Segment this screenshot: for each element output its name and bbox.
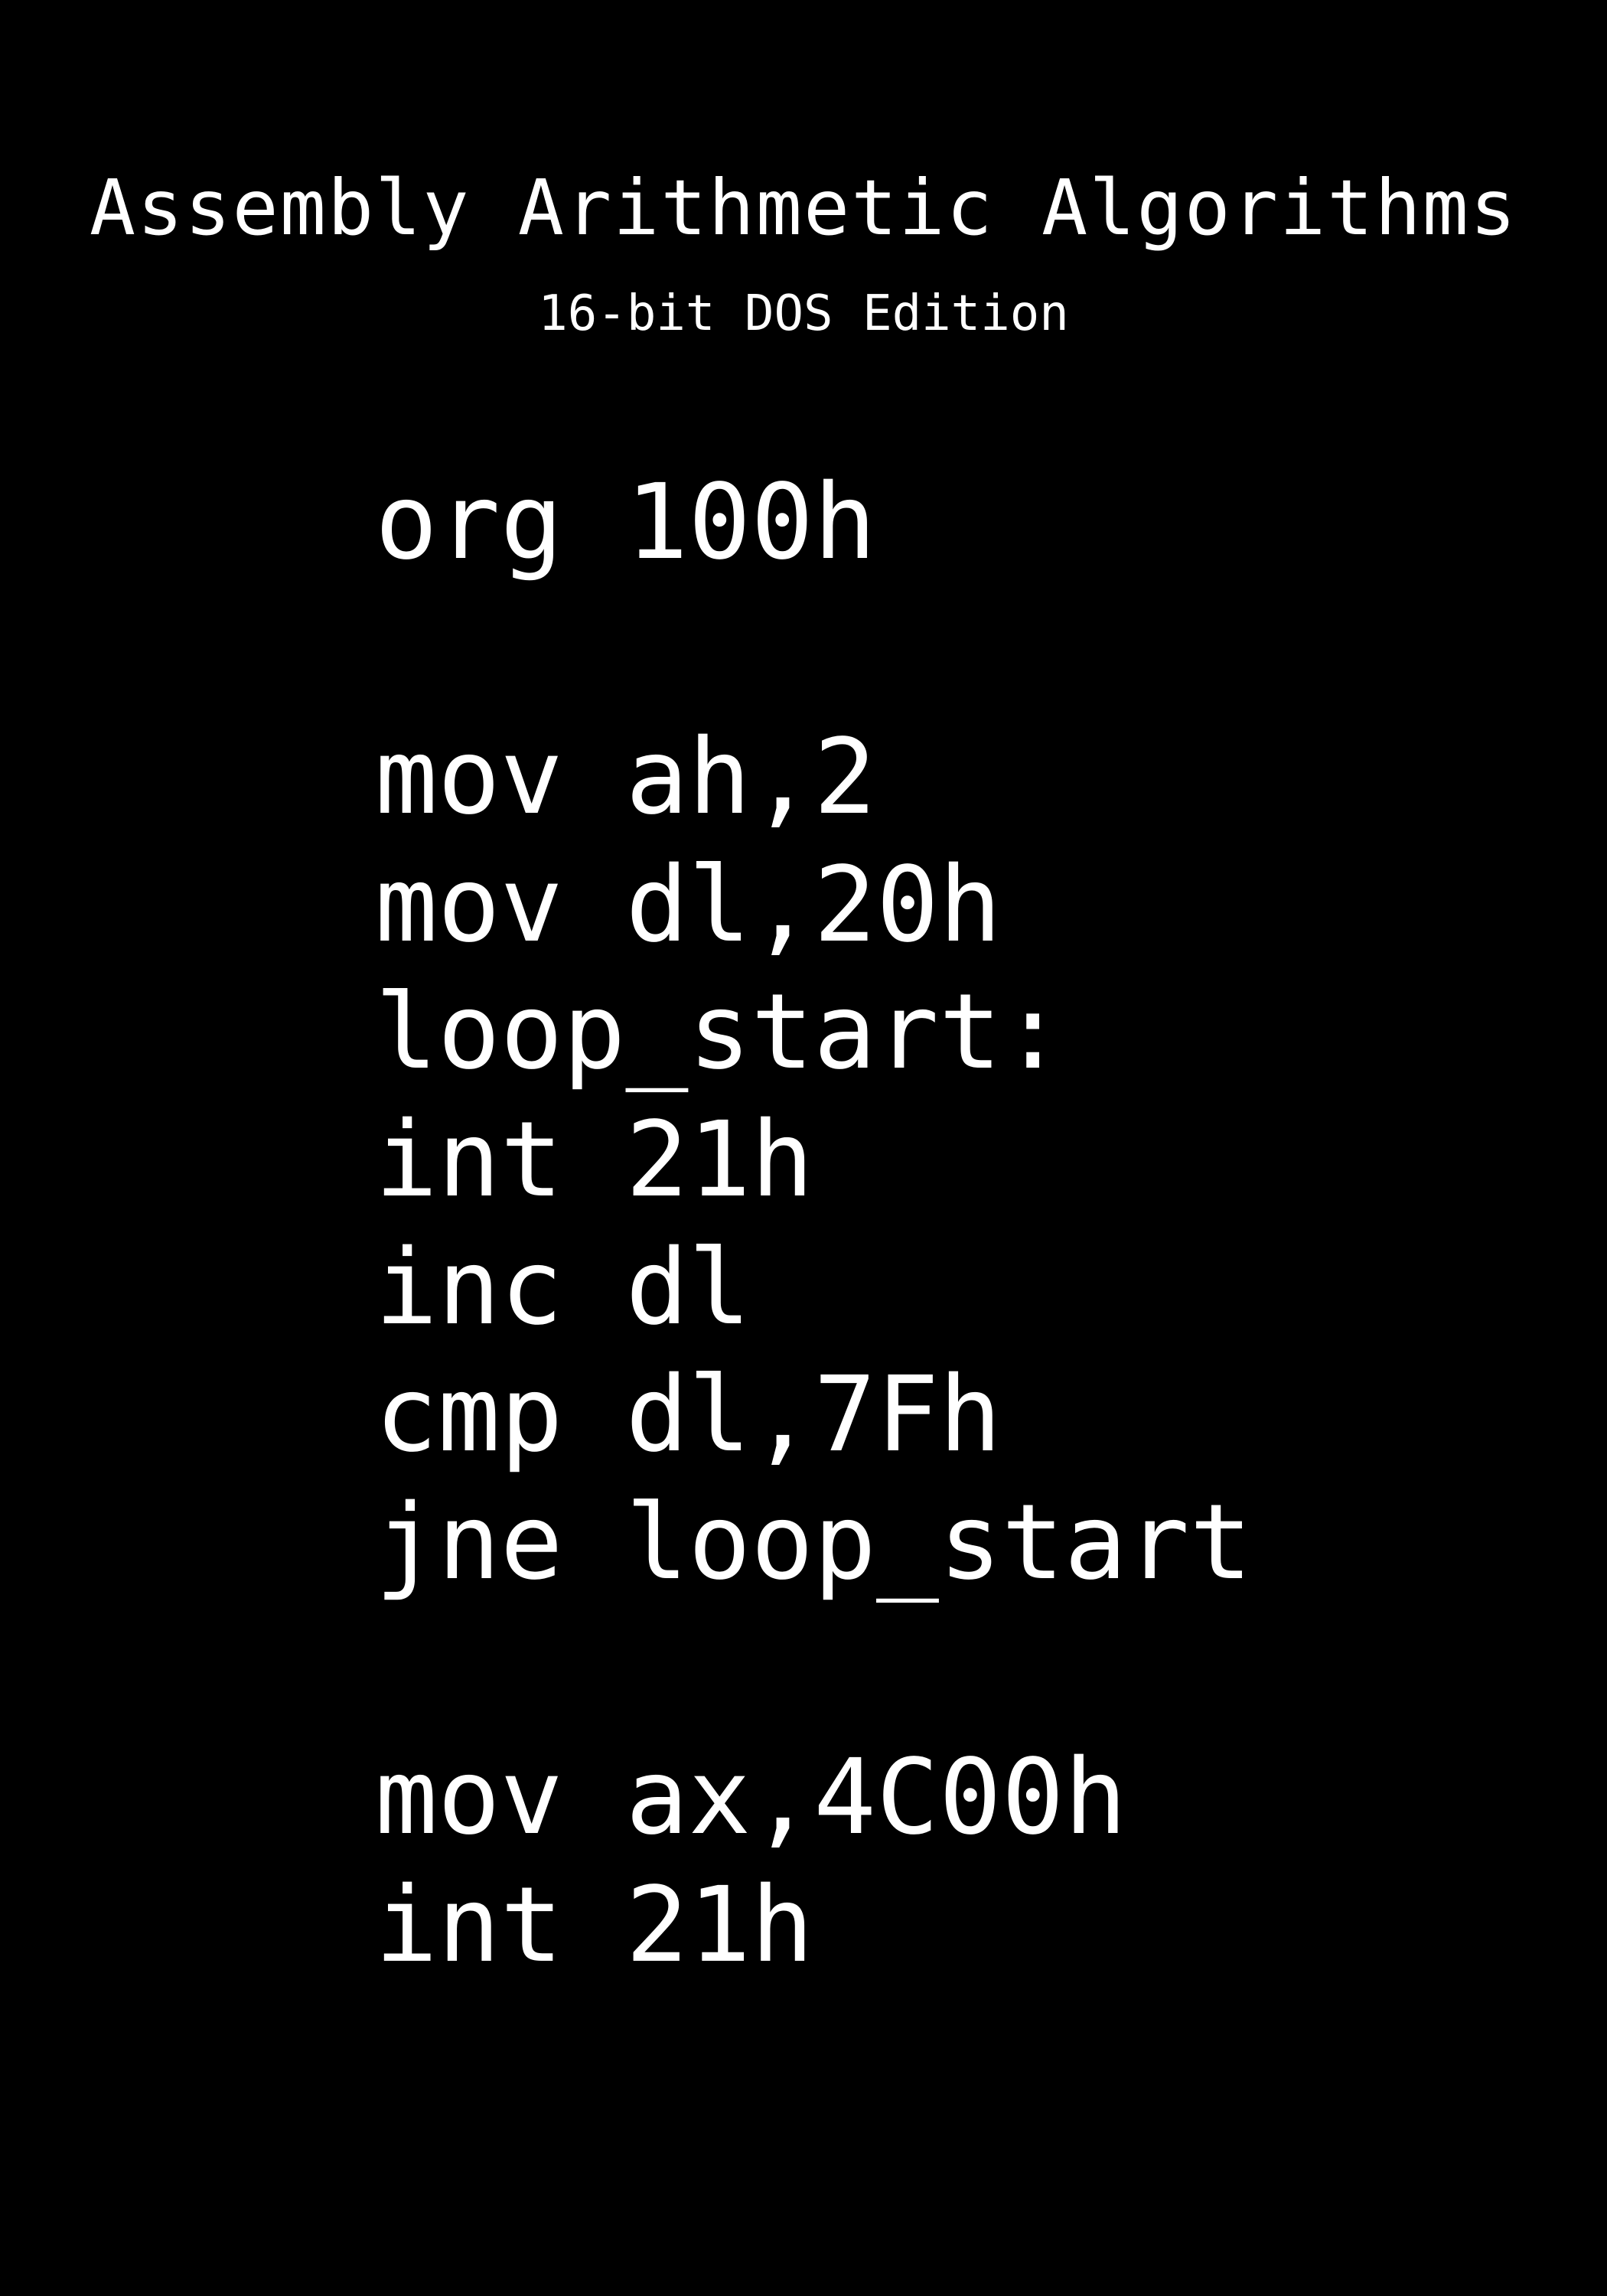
code-line: int 21h xyxy=(375,1864,814,1986)
code-line: jne loop_start xyxy=(375,1482,1253,1603)
code-line: mov ax,4C00h xyxy=(375,1737,1127,1858)
code-line: int 21h xyxy=(375,1099,814,1221)
code-line: inc dl xyxy=(375,1227,751,1349)
code-line: cmp dl,7Fh xyxy=(375,1355,1002,1476)
code-listing: org 100h mov ah,2 mov dl,20h loop_start:… xyxy=(375,459,1252,1989)
page-subtitle: 16-bit DOS Edition xyxy=(538,285,1069,342)
code-line: mov dl,20h xyxy=(375,844,1002,966)
page-title: Assembly Arithmetic Algorithms xyxy=(89,163,1518,253)
code-line-label: loop_start: xyxy=(375,972,1064,1094)
code-line: mov ah,2 xyxy=(375,717,877,839)
code-line-directive: org 100h xyxy=(375,462,877,583)
